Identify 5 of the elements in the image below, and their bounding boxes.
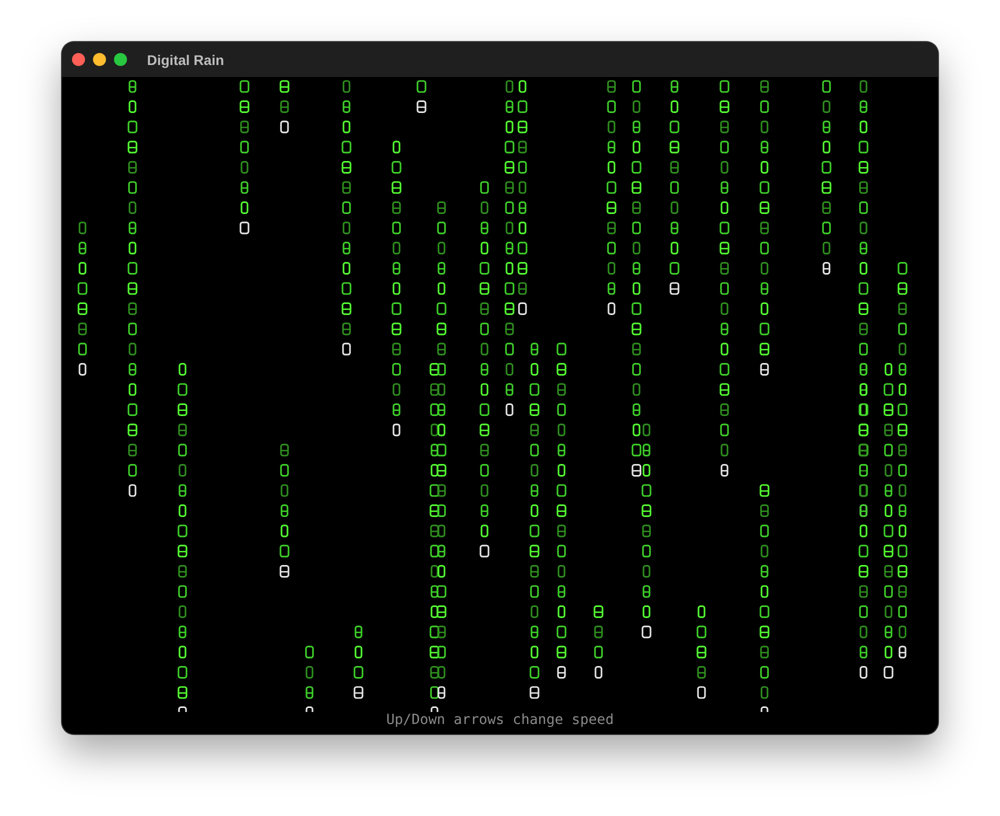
speed-hint: Up/Down arrows change speed [386, 712, 614, 730]
minimize-button[interactable] [93, 53, 106, 66]
window-title: Digital Rain [147, 52, 224, 68]
zoom-button[interactable] [114, 53, 127, 66]
close-button[interactable] [72, 53, 85, 66]
